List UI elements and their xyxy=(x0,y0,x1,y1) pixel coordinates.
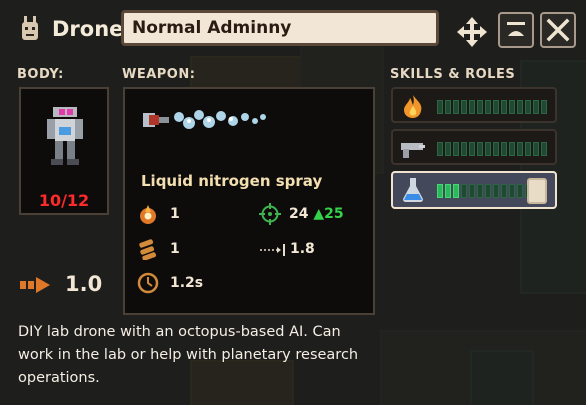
minimize-icon xyxy=(507,22,525,36)
skill-bar xyxy=(437,142,547,156)
skill-segment xyxy=(509,142,515,156)
skill-segment xyxy=(485,100,491,114)
skill-segment xyxy=(461,142,467,156)
weapon-slot[interactable]: Liquid nitrogen spray 1 24 ▲25 1 1.8 1.2… xyxy=(123,87,375,315)
skill-segment xyxy=(485,184,491,198)
skill-segment xyxy=(533,142,539,156)
weapon-label: WEAPON: xyxy=(122,67,196,82)
skill-segment xyxy=(469,100,475,114)
skill-segment xyxy=(541,100,547,114)
skill-segment xyxy=(517,142,523,156)
skill-segment xyxy=(517,100,523,114)
accuracy-base: 24 xyxy=(289,206,309,222)
move-icon[interactable] xyxy=(454,14,490,50)
body-label: BODY: xyxy=(17,67,64,82)
weapon-sprite xyxy=(143,110,266,129)
skill-segment xyxy=(509,184,515,198)
body-hp: 10/12 xyxy=(38,191,90,210)
cooldown-icon xyxy=(137,272,159,294)
skill-segment xyxy=(461,184,467,198)
skill-segment xyxy=(517,184,523,198)
ammo-value: 1 xyxy=(170,241,180,257)
skill-science[interactable] xyxy=(391,171,557,209)
skill-segment xyxy=(501,142,507,156)
gun-icon xyxy=(401,143,425,158)
skill-segment xyxy=(493,100,499,114)
drone-description: DIY lab drone with an octopus-based AI. … xyxy=(18,324,359,386)
skill-segment xyxy=(469,142,475,156)
skill-segment xyxy=(477,184,483,198)
speed-value: 1.0 xyxy=(65,272,103,296)
close-button[interactable] xyxy=(540,12,576,48)
skill-gun[interactable] xyxy=(391,129,557,165)
flask-icon xyxy=(403,178,423,202)
skill-segment xyxy=(453,142,459,156)
drone-panel: Drone BODY: WEAPON: SKILLS & xyxy=(0,0,586,405)
fire-icon xyxy=(404,95,422,118)
accuracy-up-icon: ▲ xyxy=(313,206,325,222)
skill-segment xyxy=(525,100,531,114)
skill-segment xyxy=(453,100,459,114)
minimize-button[interactable] xyxy=(498,12,534,48)
damage-icon xyxy=(140,205,156,224)
skill-segment xyxy=(485,142,491,156)
cooldown-value: 1.2s xyxy=(170,275,204,291)
skill-segment xyxy=(445,100,451,114)
skill-segment xyxy=(461,100,467,114)
skill-segment xyxy=(437,184,443,198)
drone-body-sprite xyxy=(47,107,83,165)
weapon-name: Liquid nitrogen spray xyxy=(141,172,323,190)
skill-segment xyxy=(509,100,515,114)
damage-value: 1 xyxy=(170,206,180,222)
skill-segment xyxy=(445,184,451,198)
accuracy-bonus: 25 xyxy=(324,206,344,222)
skill-segment xyxy=(437,100,443,114)
speed-arrow-icon xyxy=(20,277,50,293)
skill-segment xyxy=(477,142,483,156)
skill-segment xyxy=(437,142,443,156)
panel-header: Drone xyxy=(0,0,586,58)
skill-segment xyxy=(493,184,499,198)
skill-segment xyxy=(541,142,547,156)
accuracy-value: 24 ▲25 xyxy=(289,206,344,222)
accuracy-icon xyxy=(259,203,281,225)
skill-segment xyxy=(525,142,531,156)
range-icon xyxy=(260,244,285,256)
drone-name-input[interactable] xyxy=(121,10,439,46)
skill-segment xyxy=(501,184,507,198)
skill-fire[interactable] xyxy=(391,87,557,123)
skill-segment xyxy=(453,184,459,198)
body-slot[interactable]: 10/12 xyxy=(19,87,109,215)
skill-segment xyxy=(493,142,499,156)
panel-title: Drone xyxy=(52,17,124,41)
skill-segment xyxy=(501,100,507,114)
range-value: 1.8 xyxy=(290,241,315,257)
skill-segment xyxy=(445,142,451,156)
skill-segment xyxy=(533,100,539,114)
close-icon xyxy=(546,18,570,42)
ammo-icon xyxy=(139,239,157,260)
skill-segment xyxy=(477,100,483,114)
skills-label: SKILLS & ROLES xyxy=(390,67,516,82)
drone-head-icon xyxy=(22,16,38,40)
skill-bar xyxy=(437,100,547,114)
skill-segment xyxy=(469,184,475,198)
role-badge-icon[interactable] xyxy=(527,178,547,204)
